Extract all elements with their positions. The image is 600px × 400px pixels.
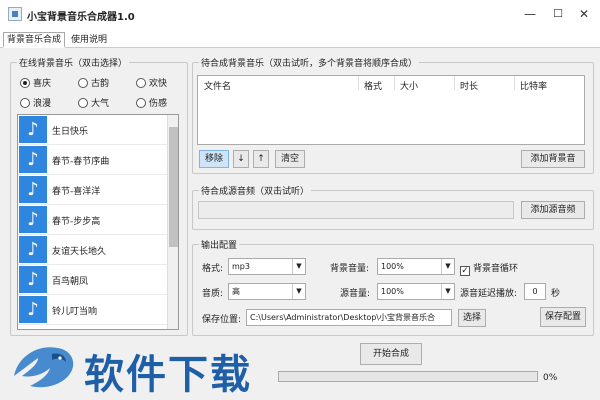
- category-radio-shanggan[interactable]: 伤感: [136, 96, 167, 109]
- bg-music-legend: 待合成背景音乐（双击试听，多个背景音将顺序合成）: [199, 56, 420, 69]
- bg-music-table[interactable]: 文件名 格式 大小 时长 比特率: [197, 75, 585, 145]
- maximize-button[interactable]: ☐: [548, 5, 568, 23]
- choose-button[interactable]: 选择: [458, 309, 486, 327]
- radio-icon: [20, 98, 30, 108]
- column-separator: [394, 76, 395, 90]
- list-item[interactable]: ♪ 百鸟朝凤: [18, 265, 178, 295]
- category-radio-huankuai[interactable]: 欢快: [136, 76, 167, 89]
- music-note-icon: ♪: [19, 176, 47, 203]
- online-music-legend: 在线背景音乐（双击选择）: [17, 56, 130, 69]
- category-radio-guyun[interactable]: 古韵: [78, 76, 109, 89]
- quality-select[interactable]: 高 ▼: [228, 283, 306, 300]
- column-separator: [454, 76, 455, 90]
- output-config-legend: 输出配置: [199, 238, 240, 251]
- bg-volume-label: 背景音量:: [330, 264, 370, 274]
- save-location-label: 保存位置:: [202, 315, 242, 325]
- remove-button[interactable]: 移除: [199, 150, 229, 168]
- category-radio-langman[interactable]: 浪漫: [20, 96, 51, 109]
- progress-bar: [278, 371, 538, 382]
- move-down-button[interactable]: ↓: [233, 150, 249, 168]
- source-audio-legend: 待合成源音频（双击试听）: [199, 184, 312, 197]
- clear-button[interactable]: 清空: [275, 150, 305, 168]
- minimize-button[interactable]: —: [520, 5, 540, 23]
- window-title: 小宝背景音乐合成器1.0: [27, 12, 135, 23]
- source-audio-field[interactable]: [198, 201, 514, 219]
- list-item[interactable]: ♪ 春节-春节序曲: [18, 145, 178, 175]
- chevron-down-icon: ▼: [441, 259, 454, 274]
- chevron-down-icon: ▼: [292, 284, 305, 299]
- music-note-icon: ♪: [19, 116, 47, 143]
- delay-input[interactable]: 0: [524, 283, 546, 300]
- save-config-button[interactable]: 保存配置: [540, 307, 586, 327]
- radio-icon: [78, 98, 88, 108]
- song-list[interactable]: ♪ 生日快乐 ♪ 春节-春节序曲 ♪ 春节-喜洋洋 ♪ 春节-步步高 ♪ 友谊天长地久 ♪…: [17, 114, 179, 330]
- list-item[interactable]: ♪ 友谊天长地久: [18, 235, 178, 265]
- list-item[interactable]: ♪ 铃儿叮当响: [18, 295, 178, 325]
- column-header-duration: 时长: [460, 82, 479, 92]
- bg-volume-select[interactable]: 100% ▼: [377, 258, 455, 275]
- column-separator: [358, 76, 359, 90]
- loop-checkbox[interactable]: ✓ 背景音循环: [460, 261, 518, 276]
- music-note-icon: ♪: [19, 296, 47, 323]
- tab-bg-music-compose[interactable]: 背景音乐合成: [3, 32, 66, 48]
- category-radio-daqi[interactable]: 大气: [78, 96, 109, 109]
- column-separator: [514, 76, 515, 90]
- chevron-down-icon: ▼: [441, 284, 454, 299]
- song-list-scrollbar[interactable]: [167, 115, 178, 329]
- chevron-down-icon: ▼: [292, 259, 305, 274]
- close-button[interactable]: ✕: [574, 5, 594, 23]
- format-label: 格式:: [202, 264, 224, 274]
- radio-icon: [136, 98, 146, 108]
- list-item[interactable]: ♪ 春节-步步高: [18, 205, 178, 235]
- src-volume-label: 源音量:: [340, 289, 371, 299]
- title-bar: 小宝背景音乐合成器1.0 — ☐ ✕: [0, 0, 600, 30]
- list-item[interactable]: ♪ 春节-喜洋洋: [18, 175, 178, 205]
- column-header-bitrate: 比特率: [520, 82, 548, 92]
- radio-icon: [78, 78, 88, 88]
- watermark-text: 软件下载: [84, 351, 252, 398]
- app-icon: [8, 7, 22, 21]
- column-header-filename: 文件名: [204, 82, 232, 92]
- music-note-icon: ♪: [19, 206, 47, 233]
- add-source-audio-button[interactable]: 添加源音频: [521, 201, 585, 219]
- dragon-logo-icon: [14, 347, 74, 388]
- delay-label: 源音延迟播放:: [460, 289, 518, 299]
- column-header-format: 格式: [364, 82, 383, 92]
- start-compose-button[interactable]: 开始合成: [360, 343, 422, 365]
- format-select[interactable]: mp3 ▼: [228, 258, 306, 275]
- checkbox-checked-icon: ✓: [460, 266, 470, 276]
- add-bg-music-button[interactable]: 添加背景音: [521, 150, 585, 168]
- quality-label: 音质:: [202, 289, 224, 299]
- radio-selected-icon: [20, 78, 30, 88]
- music-note-icon: ♪: [19, 266, 47, 293]
- category-radio-xiqing[interactable]: 喜庆: [20, 76, 51, 89]
- scrollbar-thumb[interactable]: [169, 127, 178, 247]
- music-note-icon: ♪: [19, 146, 47, 173]
- music-note-icon: ♪: [19, 236, 47, 263]
- radio-icon: [136, 78, 146, 88]
- move-up-button[interactable]: ↑: [253, 150, 269, 168]
- src-volume-select[interactable]: 100% ▼: [377, 283, 455, 300]
- tab-instructions[interactable]: 使用说明: [67, 32, 111, 48]
- delay-unit: 秒: [551, 289, 561, 299]
- progress-percent: 0%: [543, 373, 558, 383]
- save-path-field[interactable]: C:\Users\Administrator\Desktop\小宝背景音乐合: [246, 309, 452, 326]
- list-item[interactable]: ♪ 生日快乐: [18, 115, 178, 145]
- tab-bar: 背景音乐合成 使用说明: [0, 30, 600, 48]
- column-header-size: 大小: [400, 82, 419, 92]
